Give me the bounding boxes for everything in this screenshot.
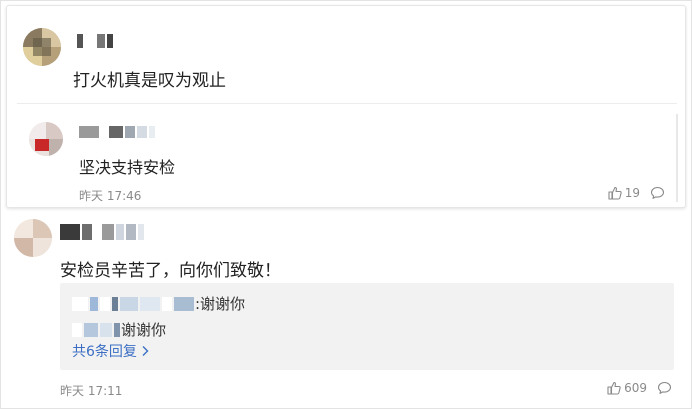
comment-text: 安检员辛苦了，向你们致敬！ [60, 261, 281, 281]
scrollbar[interactable] [676, 114, 678, 202]
more-replies-link[interactable]: 共6条回复 [72, 341, 149, 361]
reply-preview-line[interactable]: 谢谢你 [72, 319, 166, 340]
reply-preview-line[interactable]: :谢谢你 [72, 293, 245, 314]
avatar[interactable] [23, 28, 61, 66]
username[interactable] [79, 126, 155, 138]
reply-author[interactable] [72, 322, 120, 337]
thumbs-up-icon [608, 186, 622, 200]
comment-bubble-icon [657, 381, 672, 394]
more-replies-label: 共6条回复 [72, 344, 137, 360]
comment-button[interactable] [650, 186, 665, 200]
comment-button[interactable] [657, 381, 672, 395]
comment-bubble-icon [650, 186, 665, 199]
username[interactable] [77, 34, 113, 48]
like-count: 19 [624, 186, 640, 200]
reply-author[interactable] [72, 296, 194, 311]
reply-preview-text: :谢谢你 [195, 295, 246, 313]
comment-card: 打火机真是叹为观止 坚决支持安检 昨天 17:46 19 [6, 5, 686, 208]
reply-card: 坚决支持安检 昨天 17:46 19 [17, 103, 678, 203]
thumbs-up-icon [607, 381, 621, 395]
replies-preview[interactable]: :谢谢你 谢谢你 共6条回复 [60, 283, 674, 370]
chevron-right-icon [142, 346, 149, 356]
like-button[interactable]: 19 [608, 186, 640, 200]
like-count: 609 [624, 381, 647, 395]
avatar[interactable] [29, 122, 63, 156]
avatar[interactable] [14, 219, 52, 257]
reply-text: 坚决支持安检 [79, 158, 176, 177]
timestamp: 昨天 17:46 [79, 189, 142, 203]
username[interactable] [60, 224, 144, 240]
timestamp: 昨天 17:11 [60, 384, 123, 398]
comment-text: 打火机真是叹为观止 [73, 71, 226, 91]
reply-preview-text: 谢谢你 [121, 321, 167, 339]
like-button[interactable]: 609 [607, 381, 647, 395]
